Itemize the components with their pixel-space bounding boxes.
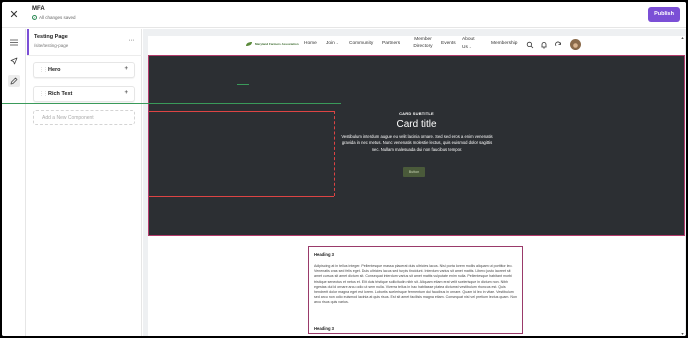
app-window: ✕ MFA ✓ All changes saved Publish Testin… — [2, 2, 686, 336]
component-item-hero[interactable]: ⋮⋮ Hero + — [33, 62, 135, 78]
card-text: Vestibulum interdum augue eu velit lacin… — [341, 134, 493, 152]
search-icon[interactable] — [526, 41, 534, 49]
nav-item-join[interactable]: Join⌄ — [326, 41, 339, 46]
add-icon[interactable]: + — [124, 90, 128, 96]
leaf-logo-icon — [246, 42, 252, 46]
logo-text: Maryland Farmers Association — [255, 42, 299, 46]
active-page-indicator — [27, 29, 29, 55]
add-icon[interactable]: + — [124, 66, 128, 72]
tool-rail — [2, 29, 26, 336]
save-status: ✓ All changes saved — [32, 15, 76, 20]
page-name: Testing Page — [34, 34, 68, 40]
nav-item-events[interactable]: Events — [441, 41, 456, 46]
components-panel: Testing Page /site/testing-page ··· ⋮⋮ H… — [27, 29, 142, 336]
component-label: Hero — [48, 67, 61, 73]
nav-item-member-directory[interactable]: Member Directory — [410, 37, 436, 50]
nav-item-home[interactable]: Home — [304, 41, 317, 46]
add-component-label: Add a New Component — [42, 115, 94, 121]
refresh-icon[interactable] — [554, 41, 562, 49]
add-component-button[interactable]: Add a New Component — [33, 110, 135, 125]
nav-item-membership[interactable]: Membership — [491, 41, 517, 46]
hero-content: CARD SUBTITLE Card title Vestibulum inte… — [2, 56, 684, 235]
rich-text-heading: Heading 3 — [314, 326, 335, 331]
preview-canvas: Maryland Farmers Association Home Join⌄ … — [2, 29, 686, 336]
hero-button[interactable]: Button — [403, 167, 425, 177]
site-logo[interactable]: Maryland Farmers Association — [245, 41, 299, 47]
nav-item-about-us[interactable]: About Us⌄ — [462, 37, 482, 51]
nav-item-community[interactable]: Community — [349, 41, 373, 46]
save-status-text: All changes saved — [39, 15, 76, 20]
rich-text-component[interactable]: Heading 3 Adipiscing at in tellus intege… — [308, 246, 523, 334]
alignment-guide — [237, 84, 249, 85]
avatar[interactable] — [570, 39, 581, 50]
rich-text-paragraph: Adipiscing at in tellus integer. Pellent… — [314, 264, 517, 305]
alignment-guide — [2, 103, 341, 104]
editor-topbar: ✕ MFA ✓ All changes saved Publish — [2, 2, 686, 28]
page-path: /site/testing-page — [34, 43, 69, 48]
page-preview: Maryland Farmers Association Home Join⌄ … — [2, 36, 685, 336]
rich-text-heading: Heading 3 — [314, 252, 335, 257]
site-title: MFA — [32, 6, 45, 12]
divider — [27, 55, 142, 56]
component-label: Rich Text — [48, 91, 73, 97]
bell-icon[interactable] — [540, 41, 548, 49]
selection-guide — [149, 196, 334, 197]
edit-pencil-icon[interactable] — [8, 75, 20, 87]
close-icon[interactable]: ✕ — [8, 9, 20, 21]
check-circle-icon: ✓ — [32, 15, 37, 20]
drag-handle-icon[interactable]: ⋮⋮ — [39, 91, 48, 97]
drag-handle-icon[interactable]: ⋮⋮ — [39, 67, 48, 73]
chevron-down-icon: ⌄ — [335, 41, 339, 45]
hero-component[interactable]: CARD SUBTITLE Card title Vestibulum inte… — [2, 55, 685, 236]
list-icon[interactable] — [8, 36, 20, 48]
navigation-arrow-icon[interactable] — [8, 55, 20, 67]
site-navbar: Maryland Farmers Association Home Join⌄ … — [148, 36, 685, 54]
card-title: Card title — [396, 119, 437, 130]
card-subtitle: CARD SUBTITLE — [399, 111, 434, 116]
more-options-icon[interactable]: ··· — [129, 37, 135, 44]
nav-label: Join — [326, 41, 335, 46]
chevron-down-icon: ⌄ — [468, 44, 472, 49]
scrollbar[interactable] — [681, 37, 684, 335]
component-item-rich-text[interactable]: ⋮⋮ Rich Text + — [33, 86, 135, 102]
publish-button[interactable]: Publish — [648, 7, 680, 22]
nav-item-partners[interactable]: Partners — [382, 41, 400, 46]
